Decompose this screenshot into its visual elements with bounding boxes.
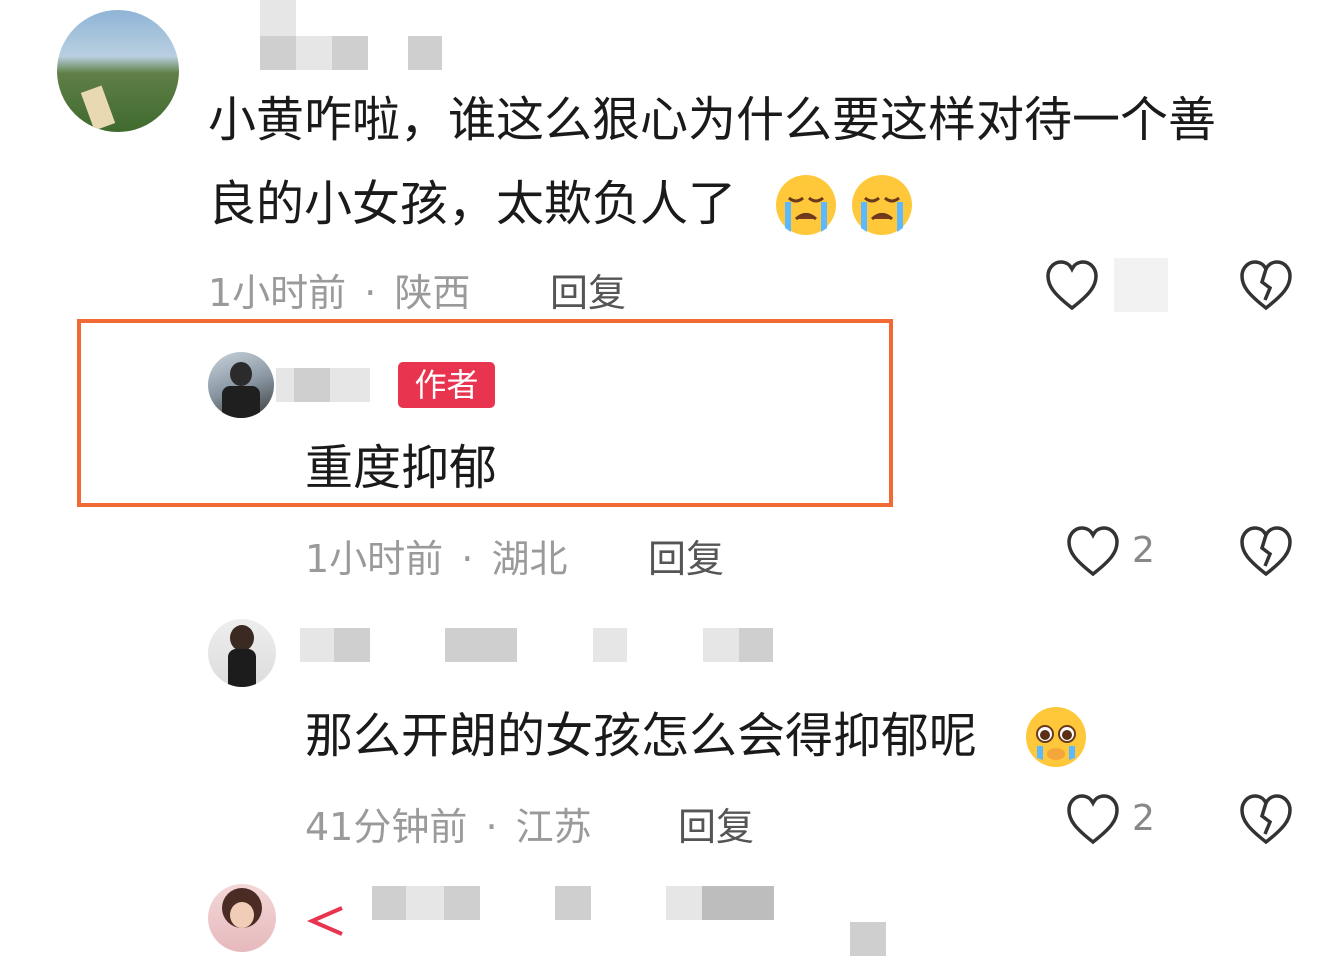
meta-separator: · <box>364 271 377 315</box>
comment-location: 江苏 <box>515 805 592 849</box>
heart-icon[interactable] <box>1044 258 1100 312</box>
meta-separator: · <box>485 805 498 849</box>
comment-time: 1小时前 <box>208 271 347 315</box>
crying-emoji <box>776 175 836 235</box>
meta-separator: · <box>461 537 474 581</box>
comment-location: 湖北 <box>491 537 568 581</box>
comment-meta: 1小时前 · 陕西 <box>208 262 470 317</box>
comment-location: 陕西 <box>394 271 471 315</box>
heart-icon[interactable] <box>1065 524 1121 578</box>
reply-button[interactable]: 回复 <box>648 528 724 583</box>
reply-button[interactable]: 回复 <box>678 796 754 851</box>
chevron-left-icon <box>306 906 343 936</box>
like-count: 2 <box>1132 798 1155 839</box>
like-count-pixelated <box>1114 258 1168 312</box>
comment-text-line1: 小黄咋啦，谁这么狠心为什么要这样对待一个善 <box>208 92 1217 148</box>
avatar[interactable] <box>57 10 179 132</box>
avatar[interactable] <box>208 619 276 687</box>
broken-heart-icon[interactable] <box>1238 258 1294 312</box>
comment-text-line2: 良的小女孩，太欺负人了 <box>208 176 737 232</box>
broken-heart-icon[interactable] <box>1238 792 1294 846</box>
like-count: 2 <box>1132 530 1155 571</box>
crying-emoji <box>852 175 912 235</box>
avatar[interactable] <box>208 884 276 952</box>
avatar[interactable] <box>208 352 274 418</box>
comment-meta: 41分钟前 · 江苏 <box>305 796 592 851</box>
reply-button[interactable]: 回复 <box>550 262 626 317</box>
comment-time: 41分钟前 <box>305 805 468 849</box>
comment-text: 那么开朗的女孩怎么会得抑郁呢 <box>305 708 978 764</box>
comment-meta: 1小时前 · 湖北 <box>305 528 567 583</box>
heart-icon[interactable] <box>1065 792 1121 846</box>
comment-text: 重度抑郁 <box>305 440 498 496</box>
pleading-emoji <box>1026 707 1086 767</box>
comment-time: 1小时前 <box>305 537 444 581</box>
broken-heart-icon[interactable] <box>1238 524 1294 578</box>
author-badge: 作者 <box>398 362 495 408</box>
